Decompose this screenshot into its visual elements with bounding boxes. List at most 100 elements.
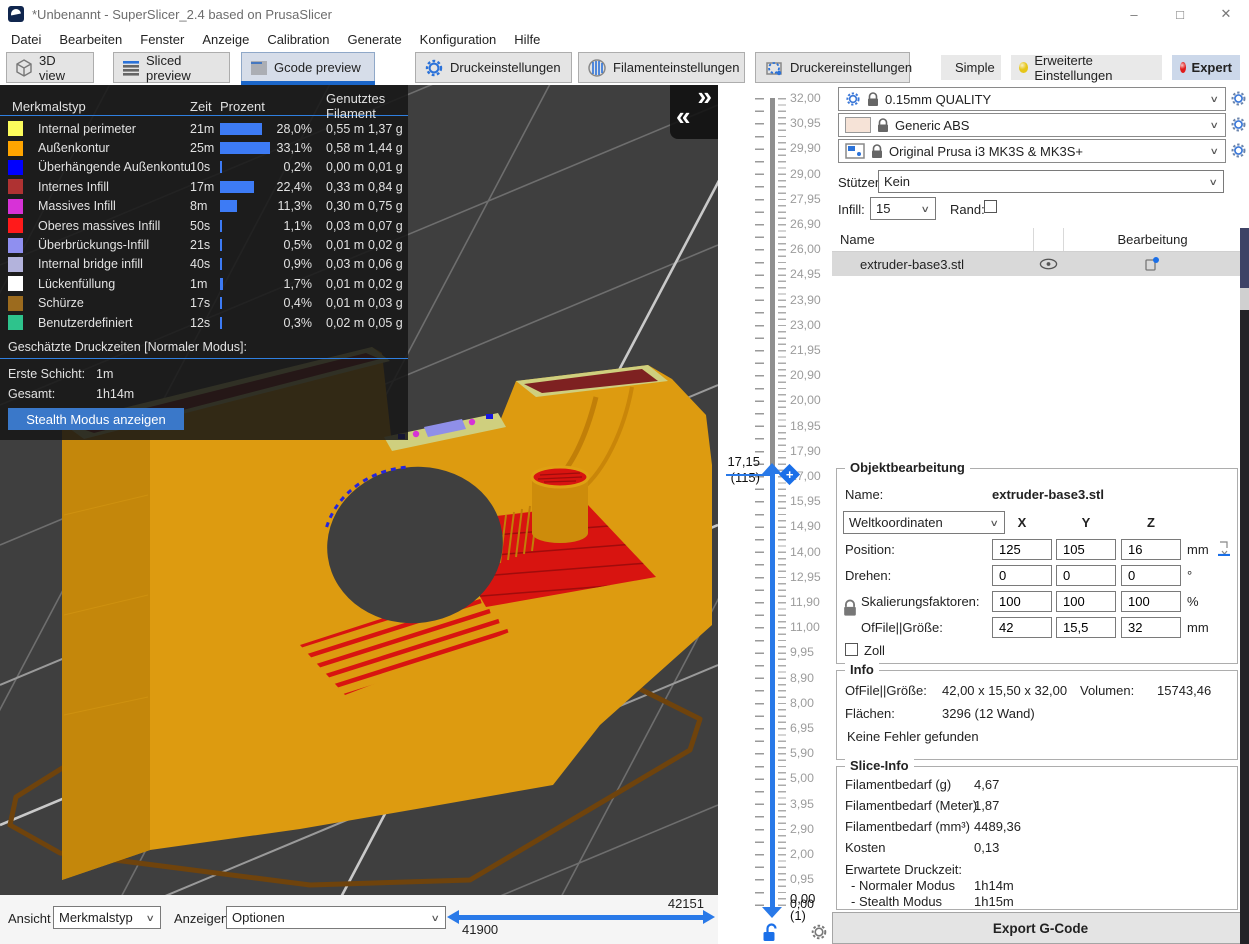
object-list: Name Bearbeitung extruder-base3.stl: [832, 228, 1241, 276]
feature-percent-bar: [220, 142, 270, 154]
tab-3d-view[interactable]: 3D view: [6, 52, 94, 83]
object-row-selected[interactable]: extruder-base3.stl: [832, 252, 1241, 276]
stealth-mode-button[interactable]: Stealth Modus anzeigen: [8, 408, 184, 430]
inch-checkbox[interactable]: [845, 643, 858, 656]
view-label: Ansicht: [8, 911, 51, 926]
move-slider-right-arrow[interactable]: [703, 910, 715, 924]
legend-row[interactable]: Benutzerdefiniert12s0,3%0,02 m0,05 g: [0, 313, 408, 332]
title-bar[interactable]: *Unbenannt - SuperSlicer_2.4 based on Pr…: [0, 0, 1249, 28]
scale-unit: %: [1187, 594, 1199, 609]
layer-slider-handle-line: [726, 474, 770, 476]
panel-scrollbar[interactable]: [1240, 228, 1249, 944]
position-z-input[interactable]: [1121, 539, 1181, 560]
mode-button-erweiterte-einstellungen[interactable]: Erweiterte Einstellungen: [1011, 55, 1162, 80]
menu-item-datei[interactable]: Datei: [2, 28, 50, 50]
slice-info-value: 4489,36: [974, 819, 1021, 834]
size-z-input[interactable]: [1121, 617, 1181, 638]
collapse-sidebar-toggle[interactable]: » «: [670, 85, 718, 139]
menu-item-generate[interactable]: Generate: [338, 28, 410, 50]
tab-print-settings[interactable]: Druckeinstellungen: [415, 52, 572, 83]
unlock-icon[interactable]: [762, 923, 779, 942]
infill-select[interactable]: 15 ∨: [870, 197, 936, 220]
drop-to-bed-icon[interactable]: [1217, 541, 1231, 556]
mode-button-simple[interactable]: Simple: [941, 55, 1001, 80]
print-preset-gear-icon[interactable]: [1230, 90, 1247, 107]
layer-slider-bottom-handle[interactable]: [762, 907, 782, 918]
menu-item-bearbeiten[interactable]: Bearbeiten: [50, 28, 131, 50]
legend-row[interactable]: Oberes massives Infill50s1,1%0,03 m0,07 …: [0, 216, 408, 235]
viewport-3d[interactable]: Merkmalstyp Zeit Prozent Genutztes Filam…: [0, 85, 718, 895]
layer-slider-handle[interactable]: [762, 463, 782, 474]
tab-printer-settings[interactable]: Druckereinstellungen: [755, 52, 910, 83]
menu-item-fenster[interactable]: Fenster: [131, 28, 193, 50]
support-select[interactable]: Kein ∨: [878, 170, 1224, 193]
scrollbar-thumb[interactable]: [1240, 228, 1249, 288]
edit-object-icon[interactable]: [1063, 256, 1241, 272]
rotate-z-input[interactable]: [1121, 565, 1181, 586]
legend-row[interactable]: Lückenfüllung1m1,7%0,01 m0,02 g: [0, 274, 408, 293]
slider-settings-gear-icon[interactable]: [810, 923, 828, 941]
view-mode-select[interactable]: Merkmalstyp ∨: [53, 906, 161, 929]
axis-x-header: X: [992, 515, 1052, 530]
feature-label: Lückenfüllung: [32, 277, 190, 291]
feature-meters: 0,02 m: [316, 316, 368, 330]
rotate-label: Drehen:: [845, 568, 891, 583]
legend-row[interactable]: Internal perimeter21m28,0%0,55 m1,37 g: [0, 119, 408, 138]
export-gcode-button[interactable]: Export G-Code: [832, 912, 1249, 944]
menu-item-anzeige[interactable]: Anzeige: [193, 28, 258, 50]
legend-row[interactable]: Außenkontur25m33,1%0,58 m1,44 g: [0, 138, 408, 157]
feature-percent-bar: [220, 181, 254, 193]
position-y-input[interactable]: [1056, 539, 1116, 560]
coordinate-system-select[interactable]: Weltkoordinaten ∨: [843, 511, 1005, 534]
scale-y-input[interactable]: [1056, 591, 1116, 612]
legend-row[interactable]: Internes Infill17m22,4%0,33 m0,84 g: [0, 177, 408, 196]
total-label: Gesamt:: [8, 387, 96, 401]
menu-item-hilfe[interactable]: Hilfe: [505, 28, 549, 50]
legend-row[interactable]: Überhängende Außenkontur10s0,2%0,00 m0,0…: [0, 158, 408, 177]
menu-item-calibration[interactable]: Calibration: [258, 28, 338, 50]
tab-gcode-preview[interactable]: Gcode preview: [241, 52, 375, 83]
scale-z-input[interactable]: [1121, 591, 1181, 612]
brim-checkbox[interactable]: [984, 200, 997, 213]
position-x-input[interactable]: [992, 539, 1052, 560]
rotate-x-input[interactable]: [992, 565, 1052, 586]
legend-row[interactable]: Massives Infill8m11,3%0,30 m0,75 g: [0, 197, 408, 216]
tab-filament-settings[interactable]: Filamenteinstellungen: [578, 52, 745, 83]
print-preset-select[interactable]: 0.15mm QUALITY ∨: [838, 87, 1226, 111]
close-button[interactable]: ✕: [1203, 0, 1249, 28]
axis-z-header: Z: [1121, 515, 1181, 530]
layer-slider-track-lower[interactable]: [770, 472, 775, 907]
tab-sliced-preview[interactable]: Sliced preview: [113, 52, 230, 83]
menu-item-konfiguration[interactable]: Konfiguration: [411, 28, 506, 50]
printer-preset-gear-icon[interactable]: [1230, 142, 1247, 159]
feature-percent-bar: [220, 278, 223, 290]
mode-button-expert[interactable]: Expert: [1172, 55, 1240, 80]
rotate-y-input[interactable]: [1056, 565, 1116, 586]
size-y-input[interactable]: [1056, 617, 1116, 638]
printer-preset-select[interactable]: Original Prusa i3 MK3S & MK3S+ ∨: [838, 139, 1226, 163]
feature-bar-wrap: [220, 200, 272, 212]
legend-row[interactable]: Überbrückungs-Infill21s0,5%0,01 m0,02 g: [0, 235, 408, 254]
legend-header: Merkmalstyp Zeit Prozent Genutztes Filam…: [0, 91, 408, 115]
layer-slider-track-upper[interactable]: [770, 98, 775, 472]
feature-percent: 0,5%: [272, 238, 316, 252]
feature-grams: 0,84 g: [368, 180, 406, 194]
view-mode-value: Merkmalstyp: [59, 910, 133, 925]
minimize-button[interactable]: –: [1111, 0, 1157, 28]
maximize-button[interactable]: □: [1157, 0, 1203, 28]
feature-color-swatch: [8, 141, 23, 156]
feature-bar-wrap: [220, 317, 272, 329]
move-slider-track[interactable]: [458, 915, 704, 920]
size-x-input[interactable]: [992, 617, 1052, 638]
slice-info-value: 1,87: [974, 798, 999, 813]
legend-row[interactable]: Internal bridge infill40s0,9%0,03 m0,06 …: [0, 255, 408, 274]
feature-grams: 0,07 g: [368, 219, 406, 233]
feature-label: Außenkontur: [32, 141, 190, 155]
uniform-scale-lock-icon[interactable]: [843, 599, 857, 617]
eye-icon[interactable]: [1033, 258, 1063, 270]
scale-x-input[interactable]: [992, 591, 1052, 612]
filament-preset-select[interactable]: Generic ABS ∨: [838, 113, 1226, 137]
legend-row[interactable]: Schürze17s0,4%0,01 m0,03 g: [0, 294, 408, 313]
filament-preset-gear-icon[interactable]: [1230, 116, 1247, 133]
show-options-select[interactable]: Optionen ∨: [226, 906, 446, 929]
